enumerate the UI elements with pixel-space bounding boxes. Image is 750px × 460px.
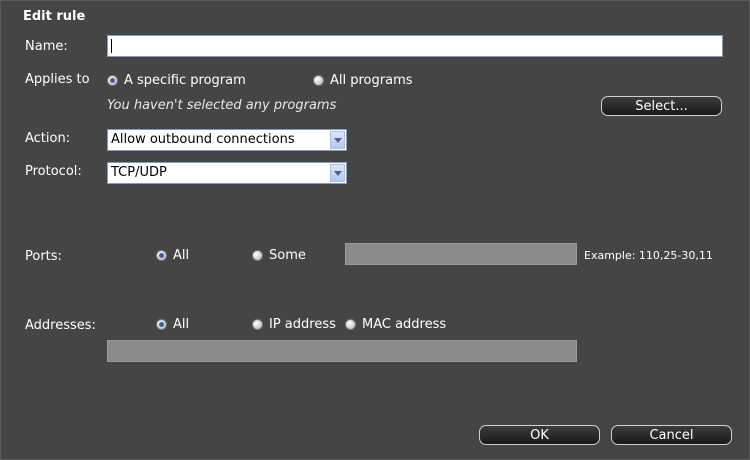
radio-ports-some[interactable]: Some xyxy=(252,248,306,263)
radio-addresses-all[interactable]: All xyxy=(156,317,189,332)
no-program-selected-note: You haven't selected any programs xyxy=(107,98,337,113)
ok-button[interactable]: OK xyxy=(479,425,600,445)
addresses-label: Addresses: xyxy=(25,318,96,333)
radio-unchecked-icon xyxy=(345,319,356,330)
ports-input[interactable] xyxy=(345,243,577,265)
radio-all-programs-label: All programs xyxy=(330,73,413,88)
radio-ports-all[interactable]: All xyxy=(156,248,189,263)
ports-label: Ports: xyxy=(25,249,62,264)
action-select-value: Allow outbound connections xyxy=(111,132,295,147)
radio-all-programs[interactable]: All programs xyxy=(313,73,413,88)
chevron-down-icon[interactable] xyxy=(330,164,345,182)
radio-ports-some-label: Some xyxy=(269,248,306,263)
radio-unchecked-icon xyxy=(252,250,263,261)
radio-unchecked-icon xyxy=(313,75,324,86)
action-label: Action: xyxy=(25,131,71,146)
radio-unchecked-icon xyxy=(252,319,263,330)
name-label: Name: xyxy=(25,39,68,54)
radio-mac-address[interactable]: MAC address xyxy=(345,317,446,332)
action-select[interactable]: Allow outbound connections xyxy=(107,129,347,151)
dialog-title: Edit rule xyxy=(23,9,86,24)
radio-ip-address-label: IP address xyxy=(269,317,336,332)
radio-specific-program-label: A specific program xyxy=(124,73,246,88)
applies-to-label: Applies to xyxy=(25,72,90,87)
protocol-select[interactable]: TCP/UDP xyxy=(107,162,347,184)
radio-checked-icon xyxy=(156,319,167,330)
ports-example-hint: Example: 110,25-30,11 xyxy=(584,249,713,262)
addresses-input[interactable] xyxy=(107,340,577,362)
radio-checked-icon xyxy=(156,250,167,261)
radio-ip-address[interactable]: IP address xyxy=(252,317,336,332)
radio-addresses-all-label: All xyxy=(173,317,190,332)
text-caret xyxy=(111,39,112,53)
select-program-button[interactable]: Select... xyxy=(601,96,722,116)
protocol-select-value: TCP/UDP xyxy=(111,165,167,180)
protocol-label: Protocol: xyxy=(25,164,82,179)
cancel-button[interactable]: Cancel xyxy=(611,425,732,445)
name-input[interactable] xyxy=(107,35,723,57)
edit-rule-dialog: Edit rule Name: Applies to A specific pr… xyxy=(0,0,750,460)
radio-mac-address-label: MAC address xyxy=(362,317,447,332)
radio-checked-icon xyxy=(107,75,118,86)
chevron-down-icon[interactable] xyxy=(330,131,345,149)
radio-ports-all-label: All xyxy=(173,248,190,263)
radio-specific-program[interactable]: A specific program xyxy=(107,73,246,88)
